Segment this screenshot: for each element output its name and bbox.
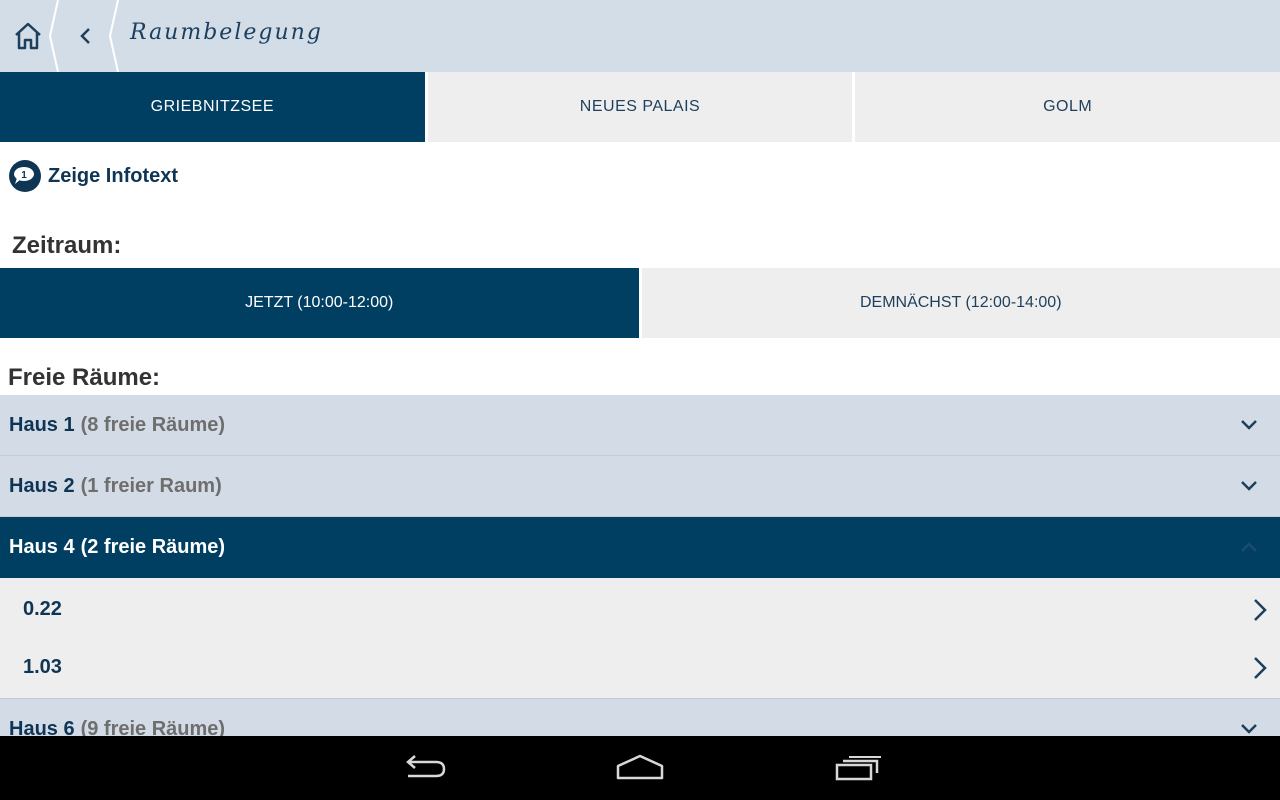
action-bar: Raumbelegung	[0, 0, 1280, 72]
chevron-right-icon	[1254, 599, 1267, 621]
chevron-right-icon	[1254, 657, 1267, 679]
info-toggle[interactable]: 1 Zeige Infotext	[8, 158, 178, 194]
chevron-up-icon	[1241, 541, 1257, 552]
time-range-tabs: JETZT (10:00-12:00) DEMNÄCHST (12:00-14:…	[0, 268, 1280, 338]
building-row-haus-4[interactable]: Haus 4 (2 freie Räume)	[0, 517, 1280, 578]
nav-back-button[interactable]	[394, 750, 454, 786]
chevron-left-icon	[80, 28, 90, 44]
building-count: (8 freie Räume)	[80, 413, 226, 436]
nav-recents-button[interactable]	[828, 750, 888, 786]
nav-home-button[interactable]	[610, 750, 670, 786]
svg-text:1: 1	[21, 170, 27, 181]
room-name: 1.03	[23, 655, 62, 678]
chevron-down-icon	[1241, 420, 1257, 430]
building-name: Haus 1	[9, 413, 75, 436]
room-list-haus-4: 0.22 1.03	[0, 578, 1280, 699]
building-list: Haus 1 (8 freie Räume) Haus 2 (1 freier …	[0, 395, 1280, 760]
app-root: Raumbelegung GRIEBNITZSEE NEUES PALAIS G…	[0, 0, 1280, 800]
building-count: (1 freier Raum)	[80, 474, 222, 497]
tab-griebnitzsee[interactable]: GRIEBNITZSEE	[0, 72, 425, 142]
tab-golm[interactable]: GOLM	[852, 72, 1280, 142]
info-label: Zeige Infotext	[48, 164, 179, 187]
home-outline-icon	[616, 754, 664, 780]
chevron-down-icon	[1241, 724, 1257, 734]
room-name: 0.22	[23, 597, 62, 620]
building-row-haus-2[interactable]: Haus 2 (1 freier Raum)	[0, 456, 1280, 517]
freie-raeume-label: Freie Räume:	[8, 364, 161, 391]
tab-neues-palais[interactable]: NEUES PALAIS	[424, 72, 853, 142]
tab-jetzt[interactable]: JETZT (10:00-12:00)	[0, 268, 639, 338]
room-item[interactable]: 0.22	[0, 580, 1280, 638]
tab-demnaechst[interactable]: DEMNÄCHST (12:00-14:00)	[638, 268, 1280, 338]
page-title: Raumbelegung	[130, 20, 323, 45]
info-speech-bubble-icon: 1	[9, 160, 41, 192]
building-count: (2 freie Räume)	[80, 536, 226, 558]
campus-tabs: GRIEBNITZSEE NEUES PALAIS GOLM	[0, 72, 1280, 142]
recent-apps-icon	[835, 756, 881, 781]
back-arrow-icon	[406, 755, 446, 778]
home-icon	[15, 22, 41, 50]
building-name: Haus 4	[9, 536, 75, 558]
building-row-haus-1[interactable]: Haus 1 (8 freie Räume)	[0, 395, 1280, 456]
system-nav-bar	[0, 736, 1280, 800]
zeitraum-label: Zeitraum:	[12, 232, 122, 259]
room-item[interactable]: 1.03	[0, 638, 1280, 696]
chevron-down-icon	[1241, 481, 1257, 491]
breadcrumb-separator	[108, 0, 119, 72]
building-name: Haus 2	[9, 474, 75, 497]
